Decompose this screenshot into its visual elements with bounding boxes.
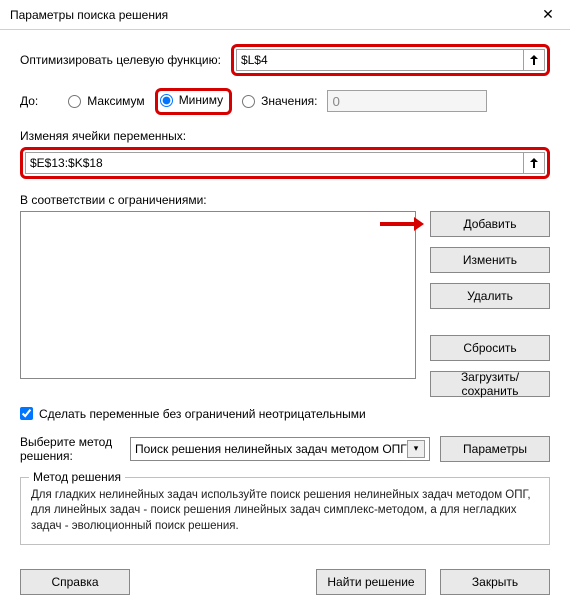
groupbox-text: Для гладких нелинейных задач используйте…: [31, 488, 539, 535]
loadsave-button[interactable]: Загрузить/сохранить: [430, 371, 550, 397]
varcells-ref-icon[interactable]: [523, 152, 545, 174]
groupbox-title: Метод решения: [29, 470, 125, 484]
objective-input[interactable]: [236, 49, 524, 71]
close-button[interactable]: Закрыть: [440, 569, 550, 595]
constraints-label: В соответствии с ограничениями:: [20, 193, 550, 207]
nonnegative-check[interactable]: Сделать переменные без ограничений неотр…: [20, 407, 550, 421]
params-button[interactable]: Параметры: [440, 436, 550, 462]
varcells-input[interactable]: [25, 152, 524, 174]
help-button[interactable]: Справка: [20, 569, 130, 595]
solve-button[interactable]: Найти решение: [316, 569, 426, 595]
reset-button[interactable]: Сбросить: [430, 335, 550, 361]
radio-max-input[interactable]: [68, 95, 81, 108]
varcells-label: Изменяя ячейки переменных:: [20, 129, 550, 143]
radio-min-input[interactable]: [160, 94, 173, 107]
add-button[interactable]: Добавить: [430, 211, 550, 237]
constraints-listbox[interactable]: [20, 211, 416, 379]
window-title: Параметры поиска решения: [10, 8, 168, 22]
radio-value[interactable]: Значения:: [242, 94, 317, 108]
change-button[interactable]: Изменить: [430, 247, 550, 273]
dialog-content: Оптимизировать целевую функцию: До: Макс…: [0, 30, 570, 569]
radio-max-label: Максимум: [87, 94, 144, 108]
method-selected: Поиск решения нелинейных задач методом О…: [135, 442, 407, 456]
method-select[interactable]: Поиск решения нелинейных задач методом О…: [130, 437, 430, 461]
objective-ref-icon[interactable]: [523, 49, 545, 71]
radio-min[interactable]: Миниму: [160, 93, 223, 107]
close-icon[interactable]: ✕: [526, 0, 570, 30]
radio-value-input[interactable]: [242, 95, 255, 108]
footer: Справка Найти решение Закрыть: [0, 569, 570, 611]
method-groupbox: Метод решения Для гладких нелинейных зад…: [20, 477, 550, 546]
method-label: Выберите метод решения:: [20, 435, 120, 463]
varcells-highlight: [20, 147, 550, 179]
constraint-buttons: Добавить Изменить Удалить Сбросить Загру…: [430, 211, 550, 397]
value-input: [327, 90, 487, 112]
title-bar: Параметры поиска решения ✕: [0, 0, 570, 30]
to-label: До:: [20, 94, 38, 108]
objective-label: Оптимизировать целевую функцию:: [20, 53, 221, 67]
objective-highlight: [231, 44, 550, 76]
radio-min-highlight: Миниму: [155, 88, 232, 115]
nonnegative-checkbox[interactable]: [20, 407, 33, 420]
radio-value-label: Значения:: [261, 94, 317, 108]
delete-button[interactable]: Удалить: [430, 283, 550, 309]
nonnegative-label: Сделать переменные без ограничений неотр…: [39, 407, 366, 421]
radio-min-label: Миниму: [179, 93, 223, 107]
radio-max[interactable]: Максимум: [68, 94, 144, 108]
chevron-down-icon: ▾: [407, 440, 425, 458]
